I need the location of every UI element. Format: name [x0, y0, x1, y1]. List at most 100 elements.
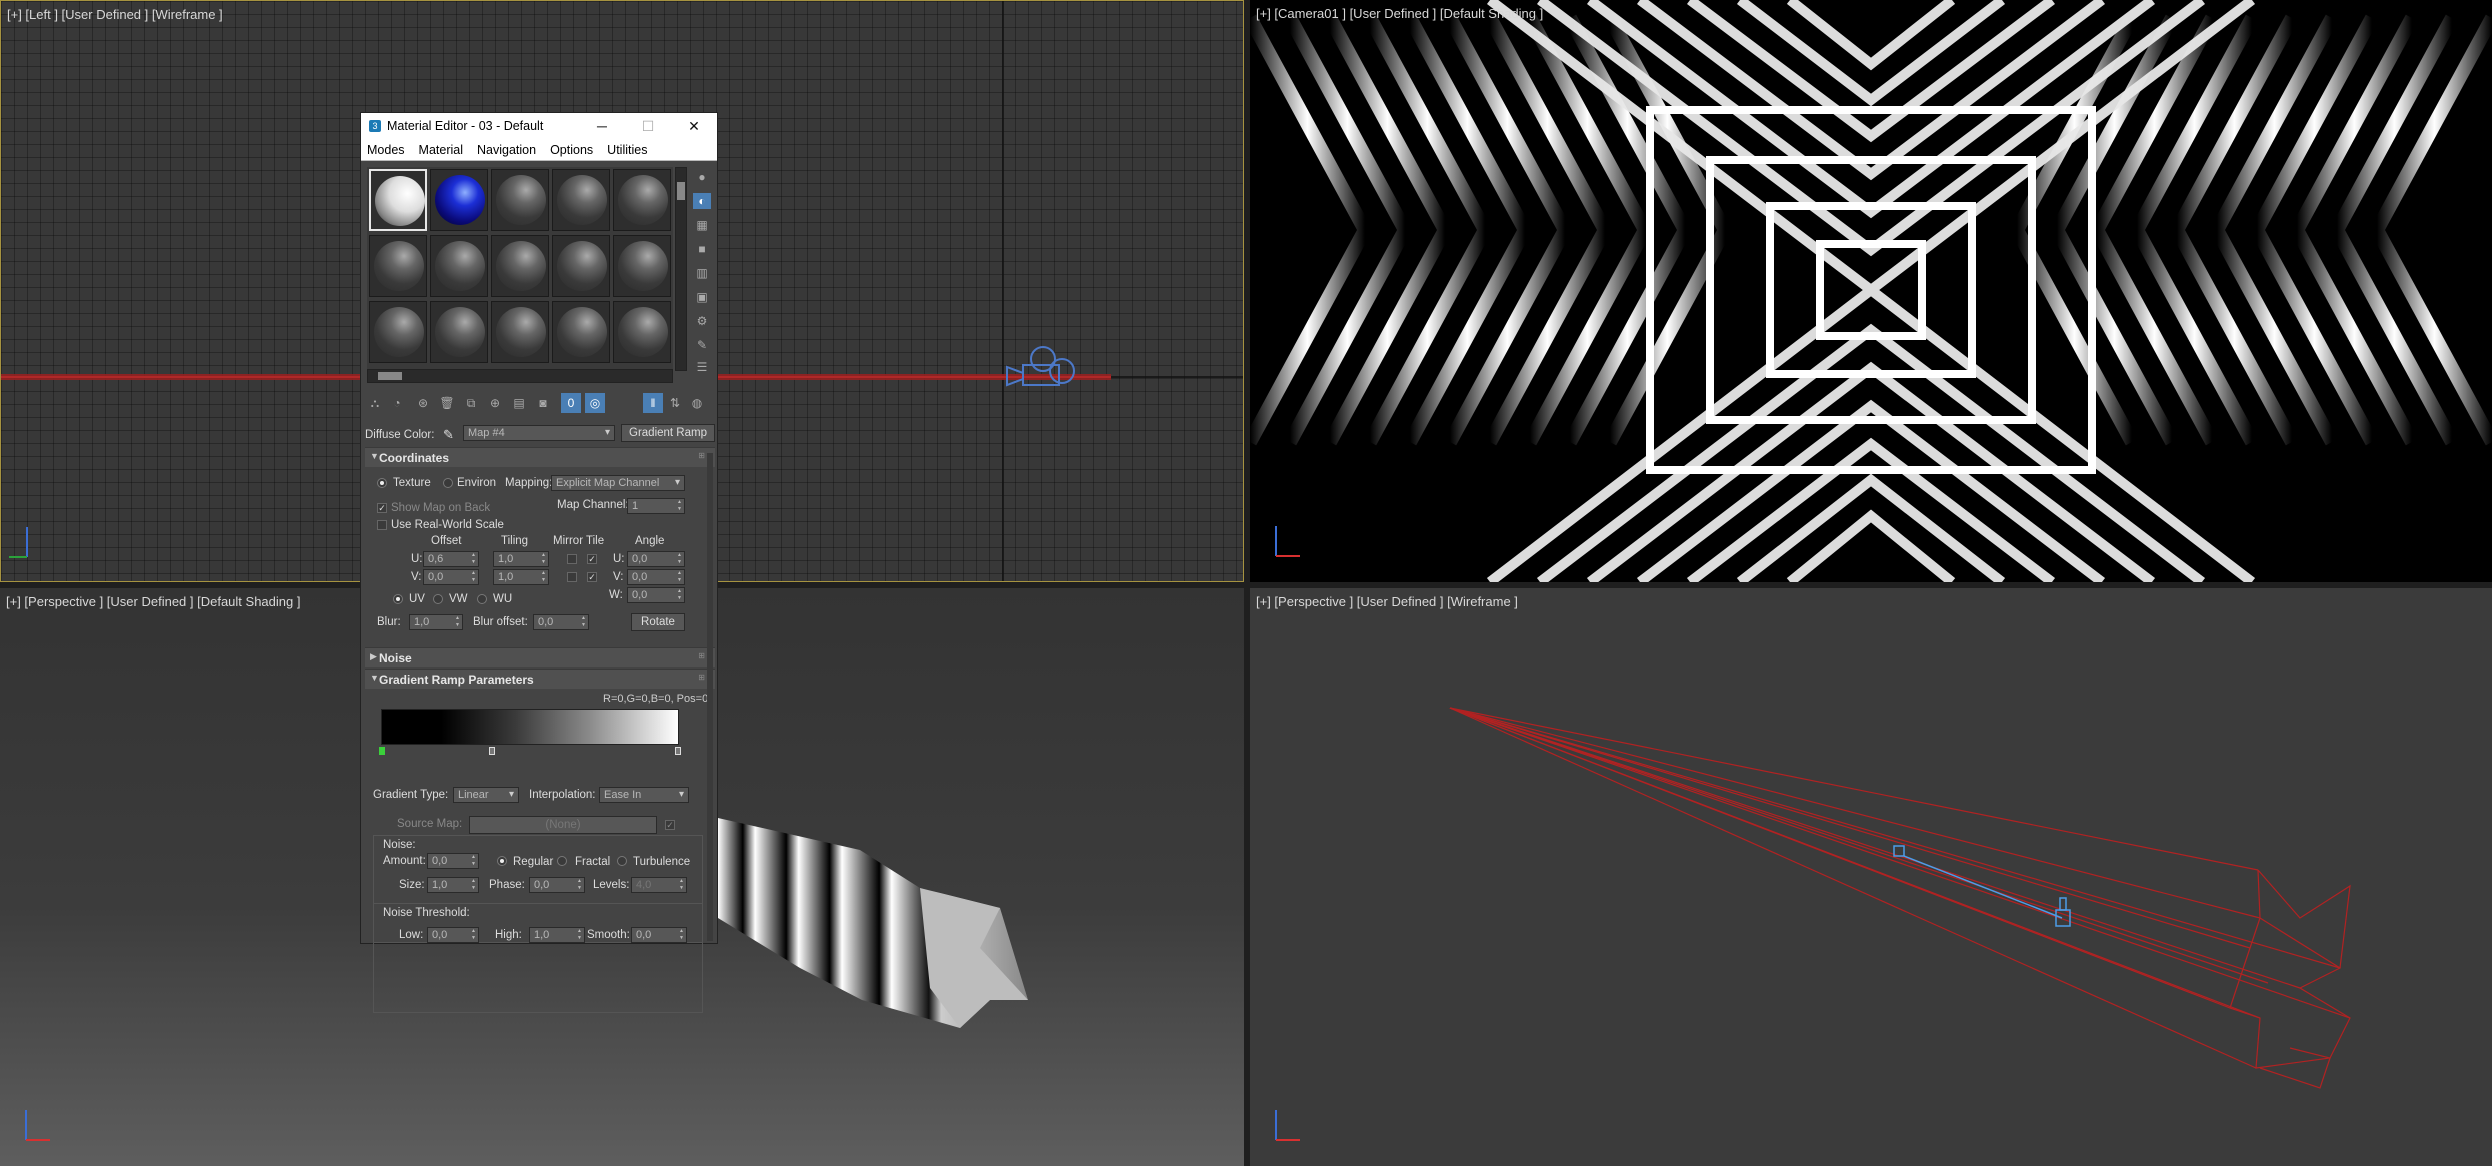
select-by-material-icon[interactable]: ✎ — [693, 337, 711, 353]
sample-slot[interactable] — [430, 169, 488, 231]
put-to-scene-icon[interactable]: ◔ — [387, 393, 407, 413]
uv-radio[interactable] — [393, 594, 403, 604]
put-to-library-icon[interactable]: ⊕ — [485, 393, 505, 413]
viewport-label[interactable]: [+] [Perspective ] [User Defined ] [Wire… — [1256, 594, 1518, 609]
gradient-type-dropdown[interactable]: Linear — [453, 787, 519, 803]
smooth-spinner[interactable]: 0,0 — [631, 927, 687, 943]
material-map-navigator-icon[interactable]: ☰ — [693, 359, 711, 375]
sample-slot[interactable] — [491, 169, 549, 231]
real-world-scale-checkbox[interactable] — [377, 520, 387, 530]
low-spinner[interactable]: 0,0 — [427, 927, 479, 943]
v-angle-spinner[interactable]: 0,0 — [627, 569, 685, 585]
menu-navigation[interactable]: Navigation — [477, 143, 536, 157]
menu-material[interactable]: Material — [419, 143, 463, 157]
v-mirror-checkbox[interactable] — [567, 572, 577, 582]
reset-map-icon[interactable]: 🗑 — [437, 393, 457, 413]
options-icon[interactable]: ⚙ — [693, 313, 711, 329]
coordinates-rollout[interactable]: ▼ Coordinates ⊞ — [365, 447, 715, 467]
turbulence-radio[interactable] — [617, 856, 627, 866]
sample-slot[interactable] — [613, 301, 671, 363]
viewport-label[interactable]: [+] [Left ] [User Defined ] [Wireframe ] — [7, 7, 223, 22]
assign-to-selection-icon[interactable]: ⊛ — [413, 393, 433, 413]
texture-radio[interactable] — [377, 478, 387, 488]
gradient-flag-mid[interactable] — [489, 747, 495, 755]
sample-slot[interactable] — [491, 301, 549, 363]
w-angle-spinner[interactable]: 0,0 — [627, 587, 685, 603]
uv-tiling-icon[interactable]: ■ — [693, 241, 711, 257]
slots-vertical-scrollbar[interactable] — [675, 167, 687, 371]
sample-slot[interactable] — [369, 235, 427, 297]
viewport-label[interactable]: [+] [Camera01 ] [User Defined ] [Default… — [1256, 6, 1543, 21]
environ-radio[interactable] — [443, 478, 453, 488]
video-color-check-icon[interactable]: ▥ — [693, 265, 711, 281]
wu-radio[interactable] — [477, 594, 487, 604]
sample-slot[interactable] — [552, 169, 610, 231]
show-shaded-icon[interactable]: ◙ — [533, 393, 553, 413]
menu-modes[interactable]: Modes — [367, 143, 405, 157]
show-end-result-icon[interactable]: 0 — [561, 393, 581, 413]
sample-slot[interactable] — [369, 169, 427, 231]
backlight-icon[interactable]: ◐ — [693, 193, 711, 209]
go-forward-icon[interactable]: ⇅ — [665, 393, 685, 413]
close-button[interactable]: ✕ — [671, 118, 717, 135]
sample-slot[interactable] — [369, 301, 427, 363]
title-bar[interactable]: 3 Material Editor - 03 - Default ─ ☐ ✕ — [361, 113, 717, 139]
mapping-dropdown[interactable]: Explicit Map Channel — [551, 475, 685, 491]
menu-utilities[interactable]: Utilities — [607, 143, 647, 157]
go-to-parent-icon[interactable]: ǁ — [643, 393, 663, 413]
material-editor-window[interactable]: 3 Material Editor - 03 - Default ─ ☐ ✕ M… — [360, 112, 718, 1013]
rotate-button[interactable]: Rotate — [631, 613, 685, 631]
eyedropper-icon[interactable]: ✎ — [443, 427, 454, 443]
sample-type-icon[interactable]: ● — [693, 169, 711, 185]
viewport-perspective-wireframe[interactable]: [+] [Perspective ] [User Defined ] [Wire… — [1250, 588, 2492, 1166]
show-map-on-back-checkbox[interactable]: ✓ — [377, 503, 387, 513]
regular-radio[interactable] — [497, 856, 507, 866]
v-offset-spinner[interactable]: 0,0 — [423, 569, 479, 585]
gradient-flag-end[interactable] — [675, 747, 681, 755]
sample-slot[interactable] — [552, 235, 610, 297]
pick-material-icon[interactable]: ◍ — [687, 393, 707, 413]
blur-spinner[interactable]: 1,0 — [409, 614, 463, 630]
make-unique-icon[interactable]: ⧉ — [461, 393, 481, 413]
fractal-radio[interactable] — [557, 856, 567, 866]
sample-slot[interactable] — [491, 235, 549, 297]
sample-slot[interactable] — [613, 235, 671, 297]
make-preview-icon[interactable]: ▣ — [693, 289, 711, 305]
get-material-icon[interactable]: ⛬ — [365, 393, 385, 413]
sample-slot[interactable] — [430, 301, 488, 363]
phase-spinner[interactable]: 0,0 — [529, 877, 585, 893]
viewport-label[interactable]: [+] [Perspective ] [User Defined ] [Defa… — [6, 594, 300, 609]
high-spinner[interactable]: 1,0 — [529, 927, 585, 943]
size-spinner[interactable]: 1,0 — [427, 877, 479, 893]
gradient-ramp-rollout[interactable]: ▼ Gradient Ramp Parameters ⊞ — [365, 669, 715, 689]
amount-spinner[interactable]: 0,0 — [427, 853, 479, 869]
background-icon[interactable]: ▦ — [693, 217, 711, 233]
v-tiling-spinner[interactable]: 1,0 — [493, 569, 549, 585]
interpolation-dropdown[interactable]: Ease In — [599, 787, 689, 803]
source-map-button[interactable]: (None) — [469, 816, 657, 834]
material-id-channel-icon[interactable]: ▤ — [509, 393, 529, 413]
sample-slot[interactable] — [430, 235, 488, 297]
menu-options[interactable]: Options — [550, 143, 593, 157]
u-tiling-spinner[interactable]: 1,0 — [493, 551, 549, 567]
u-tile-checkbox[interactable]: ✓ — [587, 554, 597, 564]
maximize-button[interactable]: ☐ — [625, 118, 671, 135]
sample-slot[interactable] — [552, 301, 610, 363]
viewport-camera[interactable]: [+] [Camera01 ] [User Defined ] [Default… — [1250, 0, 2492, 582]
source-map-checkbox[interactable]: ✓ — [665, 820, 675, 830]
rollout-scrollbar[interactable] — [707, 453, 713, 941]
noise-rollout[interactable]: ▶ Noise ⊞ — [365, 647, 715, 667]
u-angle-spinner[interactable]: 0,0 — [627, 551, 685, 567]
blur-offset-spinner[interactable]: 0,0 — [533, 614, 589, 630]
sample-slot[interactable] — [613, 169, 671, 231]
u-mirror-checkbox[interactable] — [567, 554, 577, 564]
map-name-field[interactable]: Map #4 — [463, 425, 615, 441]
map-channel-spinner[interactable]: 1 — [627, 498, 685, 514]
vw-radio[interactable] — [433, 594, 443, 604]
gradient-ramp-bar[interactable] — [381, 709, 679, 745]
u-offset-spinner[interactable]: 0,6 — [423, 551, 479, 567]
gradient-flag-start[interactable] — [379, 747, 385, 755]
v-tile-checkbox[interactable]: ✓ — [587, 572, 597, 582]
map-type-button[interactable]: Gradient Ramp — [621, 424, 715, 442]
levels-spinner[interactable]: 4,0 — [631, 877, 687, 893]
